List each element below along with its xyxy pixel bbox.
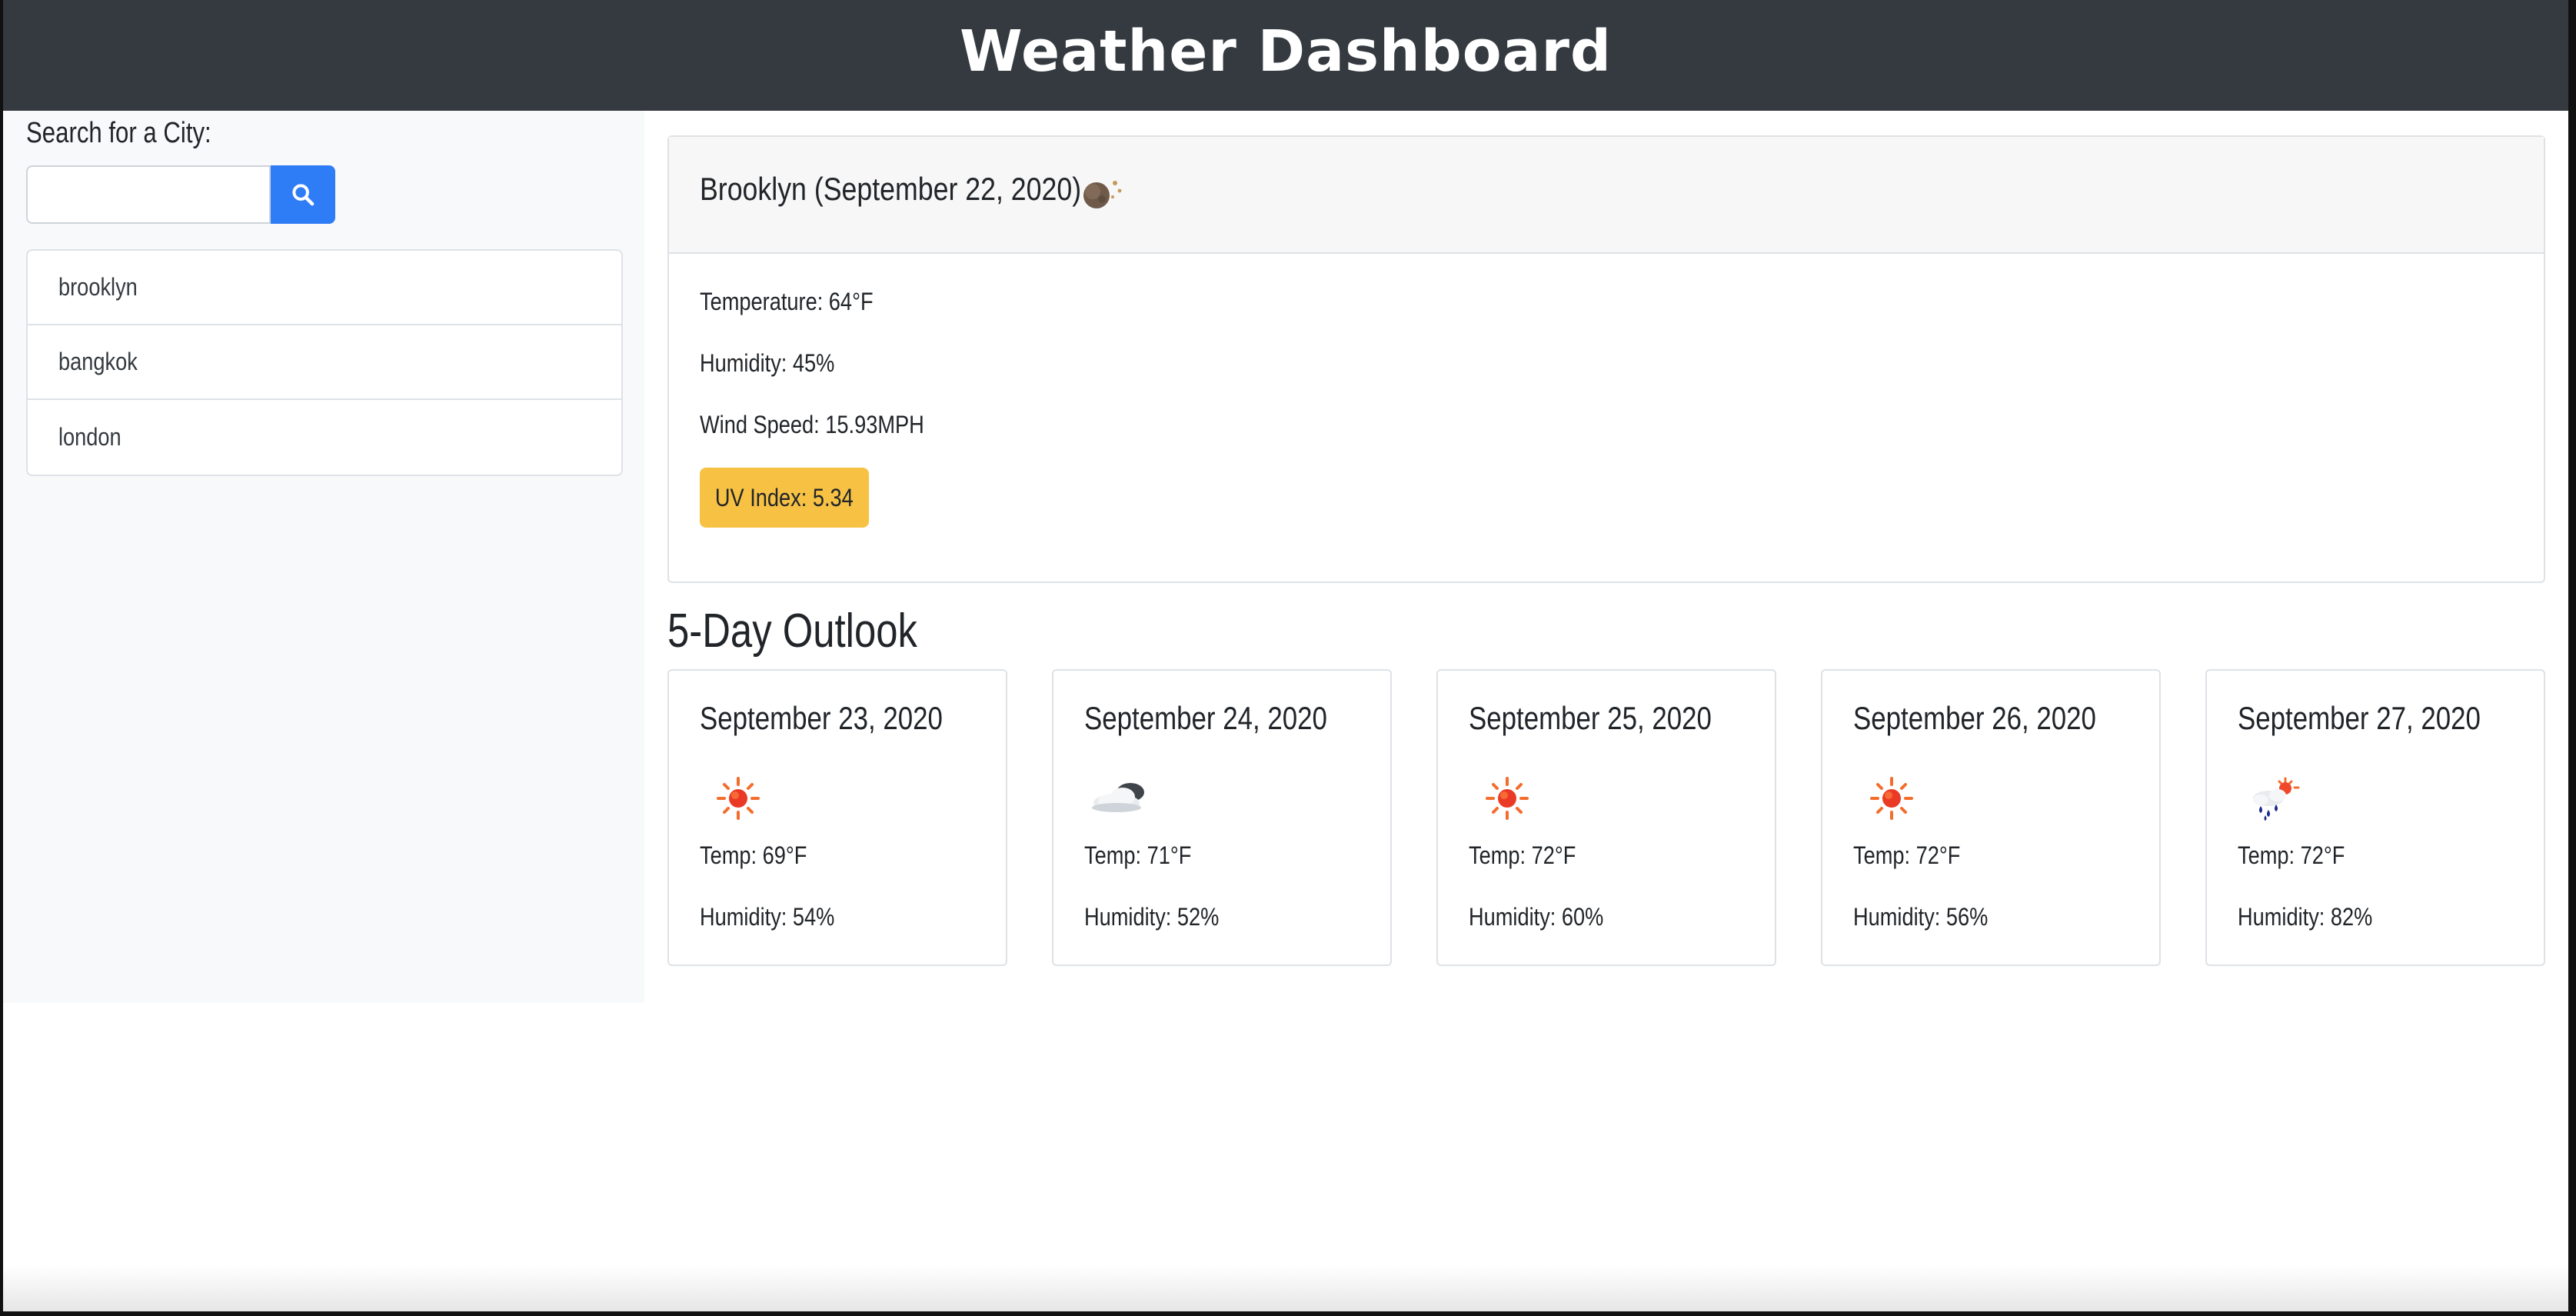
city-search-input[interactable]: [26, 165, 271, 224]
browser-viewport: Weather Dashboard Search for a City: bro…: [3, 0, 2568, 1311]
search-history-item[interactable]: bangkok: [28, 325, 621, 400]
forecast-temp: Temp: 72°F: [1853, 841, 1961, 869]
search-label: Search for a City:: [26, 117, 211, 149]
forecast-card: September 23, 2020 Temp: 69°F Humidity: …: [667, 669, 1007, 966]
forecast-date: September 24, 2020: [1084, 700, 1327, 736]
five-day-outlook-title: 5-Day Outlook: [667, 605, 917, 658]
forecast-humidity: Humidity: 56%: [1853, 903, 1989, 931]
forecast-humidity: Humidity: 54%: [700, 903, 835, 931]
uv-index-label: UV Index: 5.34: [715, 483, 854, 511]
current-humidity: Humidity: 45%: [700, 349, 835, 377]
bottom-shadow: [3, 1265, 2568, 1311]
current-city-title: Brooklyn (September 22, 2020): [700, 171, 1082, 207]
forecast-temp: Temp: 72°F: [2238, 841, 2345, 869]
search-history-item[interactable]: london: [28, 400, 621, 475]
uv-index-badge: UV Index: 5.34: [700, 468, 869, 528]
current-wind-speed: Wind Speed: 15.93MPH: [700, 411, 924, 438]
search-icon: [292, 184, 315, 206]
sun-icon: [1486, 777, 1529, 820]
forecast-date: September 26, 2020: [1853, 700, 2096, 736]
search-history-item-label: brooklyn: [58, 273, 138, 301]
rain-sun-icon: [2253, 777, 2300, 821]
app-header: Weather Dashboard: [3, 0, 2568, 111]
search-button[interactable]: [271, 165, 335, 224]
forecast-card: September 25, 2020 Temp: 72°F Humidity: …: [1436, 669, 1776, 966]
app-title: Weather Dashboard: [960, 18, 1612, 85]
sun-icon: [1870, 777, 1913, 820]
forecast-card: September 24, 2020 Temp: 71°F Humidity: …: [1052, 669, 1392, 966]
search-history-item-label: bangkok: [58, 348, 138, 375]
clear-night-icon: [1083, 181, 1122, 208]
forecast-temp: Temp: 72°F: [1469, 841, 1576, 869]
current-weather-card: Brooklyn (September 22, 2020) Temperatur…: [667, 135, 2545, 583]
forecast-humidity: Humidity: 52%: [1084, 903, 1220, 931]
search-history-list: brooklyn bangkok london: [26, 249, 623, 476]
forecast-date: September 25, 2020: [1469, 700, 1712, 736]
forecast-humidity: Humidity: 82%: [2238, 903, 2373, 931]
sun-icon: [717, 777, 760, 820]
current-temperature: Temperature: 64°F: [700, 288, 874, 315]
forecast-date: September 23, 2020: [700, 700, 943, 736]
search-history-item-label: london: [58, 423, 121, 451]
sidebar: Search for a City: brooklyn bangkok lond…: [3, 111, 644, 1003]
forecast-temp: Temp: 71°F: [1084, 841, 1192, 869]
forecast-date: September 27, 2020: [2238, 700, 2481, 736]
forecast-card: September 27, 2020 Temp: 72°F Humidity: …: [2205, 669, 2545, 966]
current-weather-header: Brooklyn (September 22, 2020): [669, 137, 2544, 254]
forecast-card: September 26, 2020 Temp: 72°F Humidity: …: [1821, 669, 2161, 966]
search-history-item[interactable]: brooklyn: [28, 251, 621, 325]
forecast-temp: Temp: 69°F: [700, 841, 807, 869]
cloud-icon: [1092, 783, 1144, 812]
forecast-humidity: Humidity: 60%: [1469, 903, 1604, 931]
